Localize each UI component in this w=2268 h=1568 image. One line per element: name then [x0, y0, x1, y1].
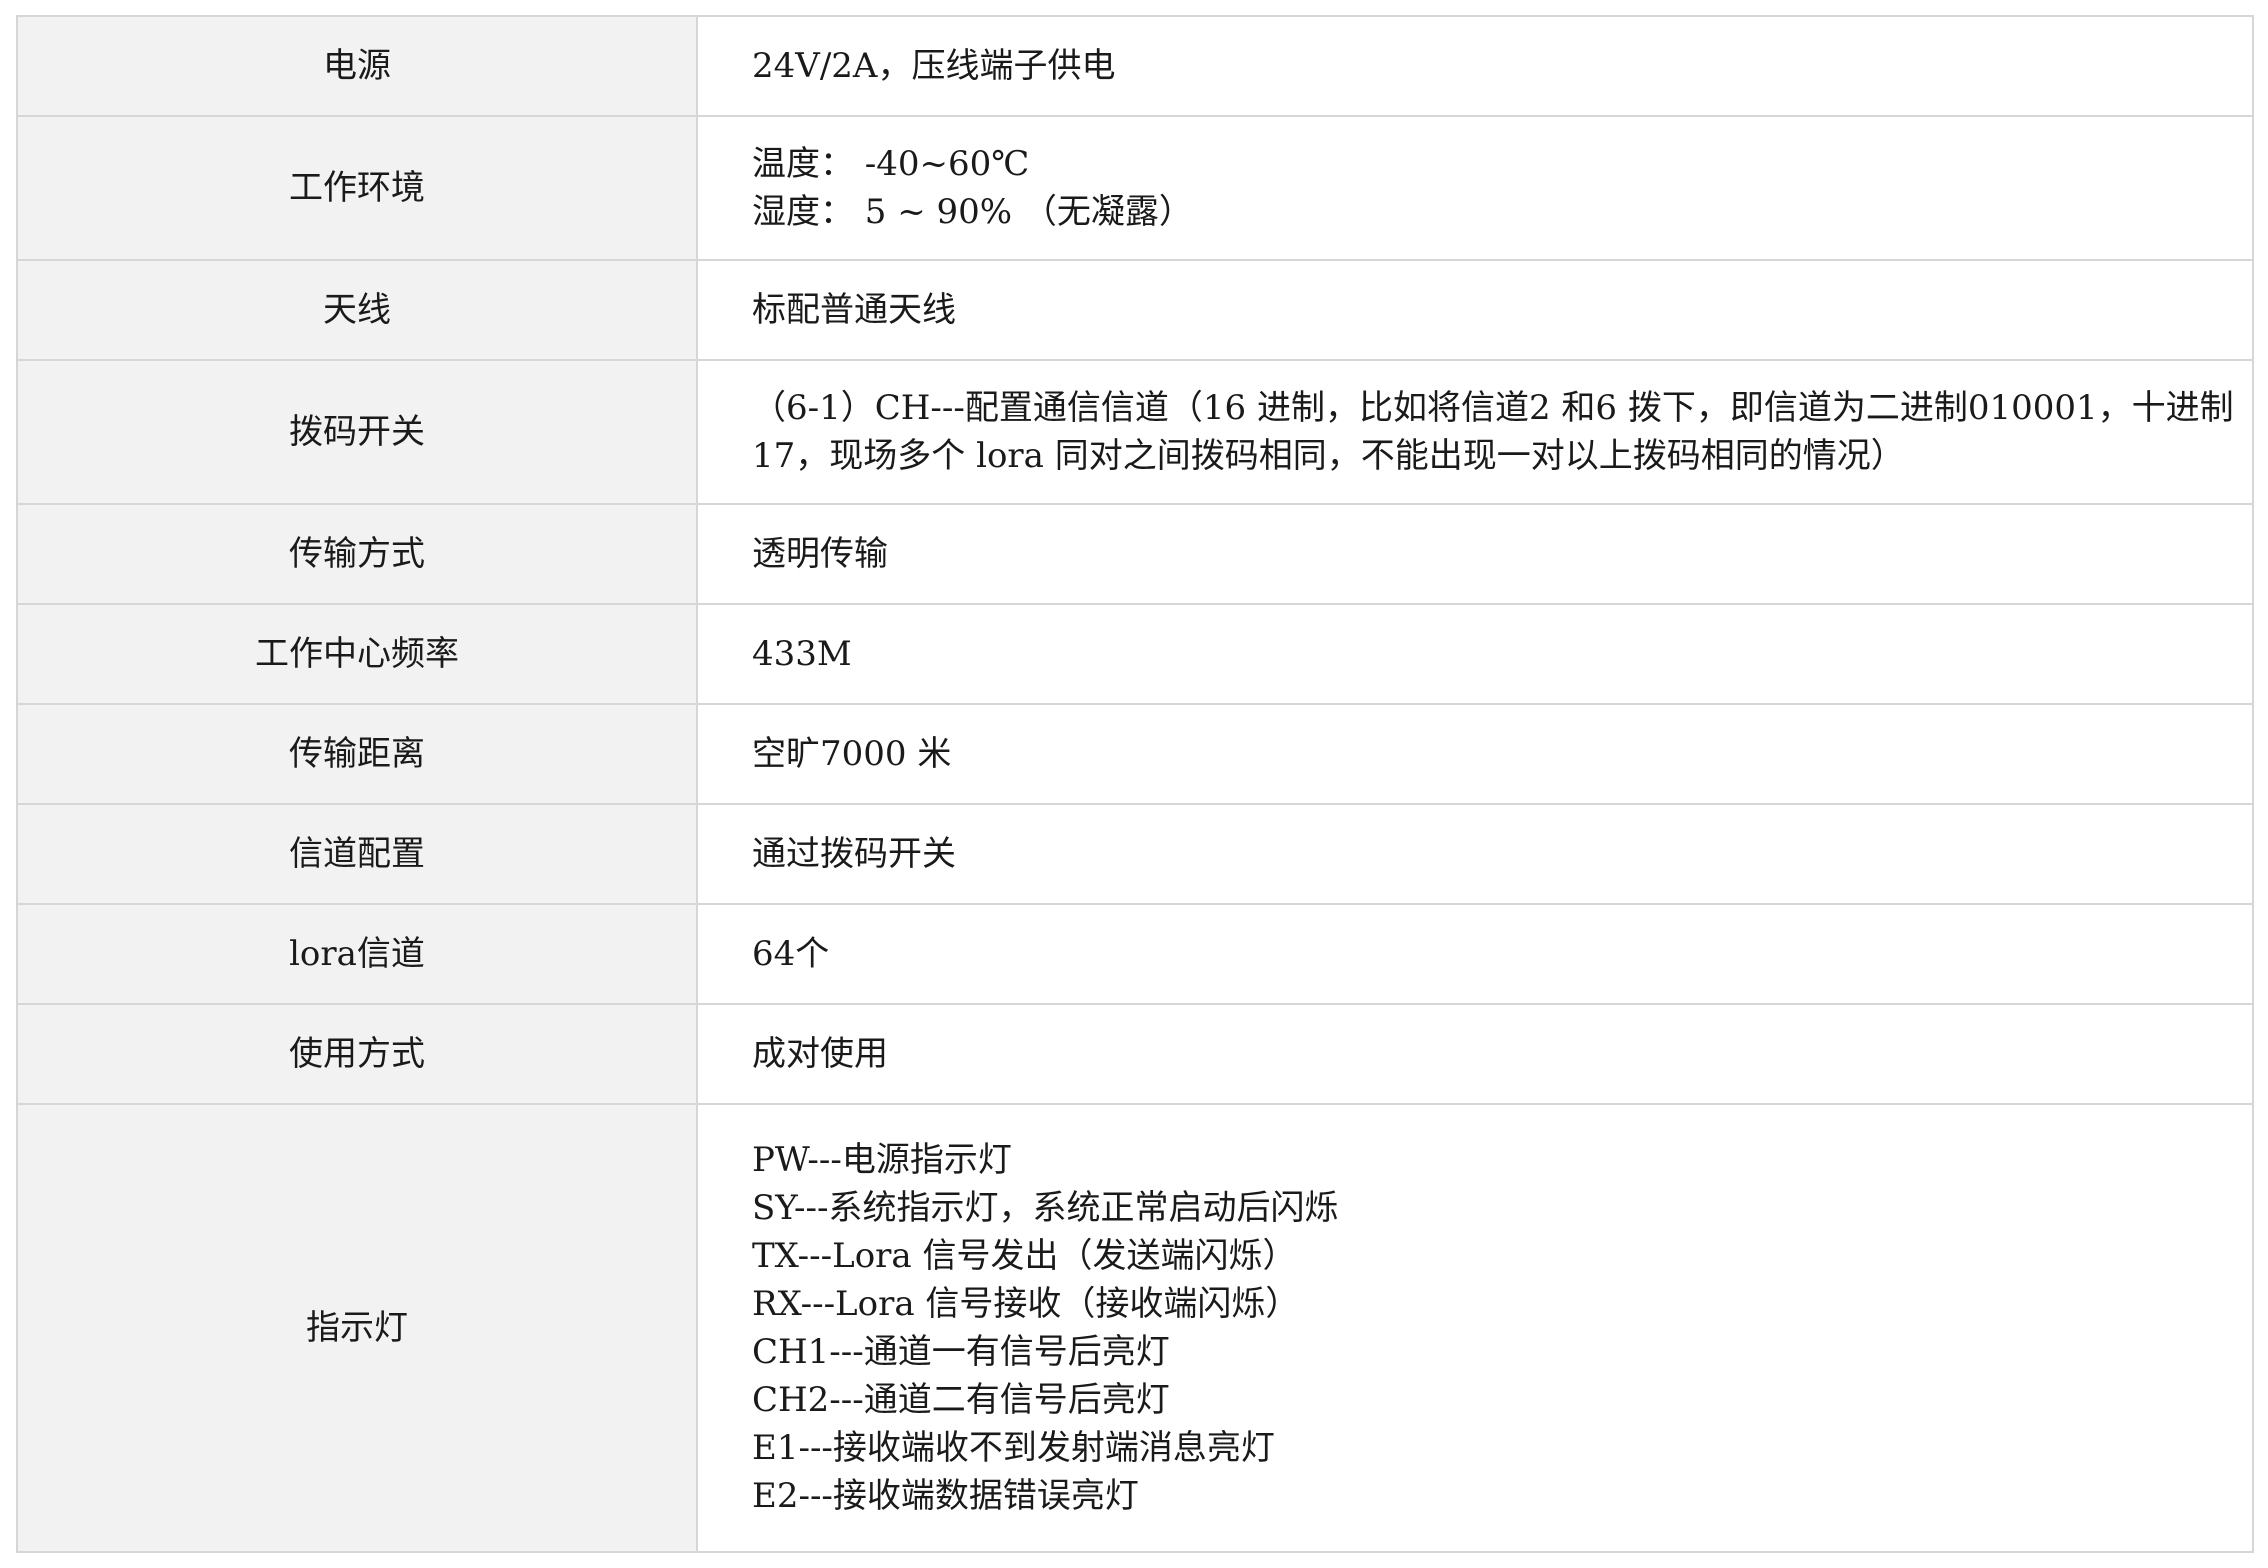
- table-row: 电源 24V/2A，压线端子供电: [16, 15, 2254, 117]
- row-value: 433M: [696, 603, 2254, 705]
- row-label: 工作中心频率: [16, 603, 698, 705]
- value-line: 通过拨码开关: [752, 834, 956, 874]
- row-value: 24V/2A，压线端子供电: [696, 15, 2254, 117]
- row-label: 天线: [16, 259, 698, 361]
- table-row: 使用方式 成对使用: [16, 1003, 2254, 1105]
- table-row: 工作环境 温度： -40~60℃ 湿度： 5 ~ 90% （无凝露）: [16, 115, 2254, 261]
- row-label: 电源: [16, 15, 698, 117]
- row-value: 空旷7000 米: [696, 703, 2254, 805]
- value-line: TX---Lora 信号发出（发送端闪烁）: [752, 1236, 1297, 1276]
- value-line: 标配普通天线: [752, 290, 956, 330]
- row-value: 64个: [696, 903, 2254, 1005]
- table-row: 工作中心频率 433M: [16, 603, 2254, 705]
- row-label: 传输距离: [16, 703, 698, 805]
- row-label: 信道配置: [16, 803, 698, 905]
- row-label: 拨码开关: [16, 359, 698, 505]
- table-row: 天线 标配普通天线: [16, 259, 2254, 361]
- row-value: （6-1）CH---配置通信信道（16 进制，比如将信道2 和6 拨下，即信道为…: [696, 359, 2254, 505]
- table-row: 信道配置 通过拨码开关: [16, 803, 2254, 905]
- value-line: 24V/2A，压线端子供电: [752, 46, 1116, 86]
- value-line: CH2---通道二有信号后亮灯: [752, 1380, 1170, 1420]
- row-value: 成对使用: [696, 1003, 2254, 1105]
- value-line: 64个: [752, 934, 830, 974]
- value-line: 空旷7000 米: [752, 734, 952, 774]
- value-line: SY---系统指示灯，系统正常启动后闪烁: [752, 1188, 1339, 1228]
- row-value: 温度： -40~60℃ 湿度： 5 ~ 90% （无凝露）: [696, 115, 2254, 261]
- row-value: 通过拨码开关: [696, 803, 2254, 905]
- row-label: 传输方式: [16, 503, 698, 605]
- row-value: 透明传输: [696, 503, 2254, 605]
- table-row: 传输距离 空旷7000 米: [16, 703, 2254, 805]
- row-label: 工作环境: [16, 115, 698, 261]
- row-label: 使用方式: [16, 1003, 698, 1105]
- value-line: 成对使用: [752, 1034, 888, 1074]
- value-line: RX---Lora 信号接收（接收端闪烁）: [752, 1284, 1300, 1324]
- value-line: 433M: [752, 634, 852, 674]
- value-line: 17，现场多个 lora 同对之间拨码相同，不能出现一对以上拨码相同的情况）: [752, 436, 1905, 476]
- row-value: 标配普通天线: [696, 259, 2254, 361]
- table-row: 拨码开关 （6-1）CH---配置通信信道（16 进制，比如将信道2 和6 拨下…: [16, 359, 2254, 505]
- row-value: PW---电源指示灯 SY---系统指示灯，系统正常启动后闪烁 TX---Lor…: [696, 1103, 2254, 1553]
- value-line: E2---接收端数据错误亮灯: [752, 1476, 1139, 1516]
- value-line: CH1---通道一有信号后亮灯: [752, 1332, 1170, 1372]
- value-line: PW---电源指示灯: [752, 1140, 1012, 1180]
- value-line: 温度： -40~60℃: [752, 144, 1030, 184]
- value-line: （6-1）CH---配置通信信道（16 进制，比如将信道2 和6 拨下，即信道为…: [752, 388, 2234, 428]
- row-label: 指示灯: [16, 1103, 698, 1553]
- value-line: 透明传输: [752, 534, 888, 574]
- table-row: 传输方式 透明传输: [16, 503, 2254, 605]
- value-line: E1---接收端收不到发射端消息亮灯: [752, 1428, 1275, 1468]
- table-row: 指示灯 PW---电源指示灯 SY---系统指示灯，系统正常启动后闪烁 TX--…: [16, 1103, 2254, 1553]
- row-label: lora信道: [16, 903, 698, 1005]
- table-row: lora信道 64个: [16, 903, 2254, 1005]
- value-line: 湿度： 5 ~ 90% （无凝露）: [752, 192, 1193, 232]
- spec-table: 电源 24V/2A，压线端子供电 工作环境 温度： -40~60℃ 湿度： 5 …: [16, 15, 2254, 1553]
